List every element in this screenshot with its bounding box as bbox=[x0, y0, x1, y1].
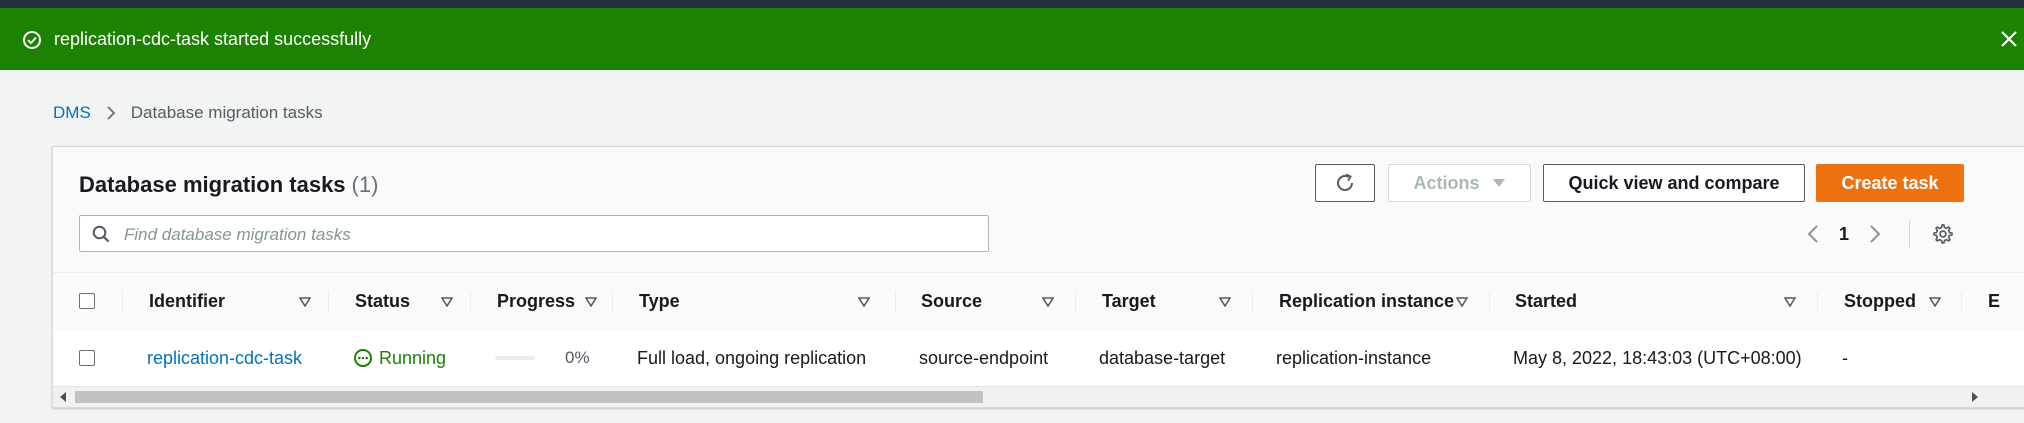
column-header-source[interactable]: Source bbox=[896, 273, 1076, 330]
actions-label: Actions bbox=[1413, 172, 1480, 193]
table-header: Identifier Status Progress Type Source T… bbox=[53, 272, 2024, 331]
sort-caret-icon bbox=[1784, 297, 1796, 307]
column-header-label: Target bbox=[1102, 291, 1156, 311]
actions-dropdown-button[interactable]: Actions bbox=[1388, 164, 1531, 202]
sort-caret-icon bbox=[585, 297, 597, 307]
column-header-type[interactable]: Type bbox=[613, 273, 896, 330]
top-nav-bar bbox=[0, 0, 2024, 8]
refresh-button[interactable] bbox=[1315, 164, 1375, 202]
column-header-status[interactable]: Status bbox=[329, 273, 471, 330]
column-header-label: Stopped bbox=[1844, 291, 1916, 311]
page-title: Database migration tasks (1) bbox=[79, 171, 378, 199]
replication-instance-cell: replication-instance bbox=[1276, 347, 1432, 368]
scroll-left-arrow-icon[interactable] bbox=[59, 392, 67, 402]
sort-caret-icon bbox=[1219, 297, 1231, 307]
page-number[interactable]: 1 bbox=[1839, 224, 1849, 245]
panel-title-count: (1) bbox=[351, 172, 379, 197]
sort-caret-icon bbox=[1456, 297, 1468, 307]
progress-cell: 0% bbox=[495, 330, 590, 386]
breadcrumb-current: Database migration tasks bbox=[130, 103, 323, 122]
chevron-left-icon[interactable] bbox=[1805, 223, 1821, 245]
column-header-identifier[interactable]: Identifier bbox=[123, 273, 329, 330]
scrollbar-thumb[interactable] bbox=[75, 391, 983, 403]
refresh-icon bbox=[1337, 173, 1353, 191]
sort-caret-icon bbox=[858, 297, 870, 307]
breadcrumb-dms-link[interactable]: DMS bbox=[53, 102, 91, 124]
table-row[interactable]: replication-cdc-task Running 0% Full loa… bbox=[53, 330, 2024, 386]
header-select-all-cell bbox=[53, 273, 123, 330]
column-header-label: Replication instance bbox=[1279, 291, 1455, 311]
progress-text: 0% bbox=[565, 348, 590, 367]
column-header-target[interactable]: Target bbox=[1076, 273, 1253, 330]
stopped-cell: - bbox=[1842, 347, 1848, 368]
breadcrumb: DMS Database migration tasks bbox=[53, 102, 323, 124]
row-checkbox[interactable] bbox=[79, 350, 95, 366]
column-header-label: Progress bbox=[497, 291, 576, 311]
flash-message: replication-cdc-task started successfull… bbox=[54, 29, 372, 49]
sort-caret-icon bbox=[1929, 297, 1941, 307]
row-select-cell bbox=[53, 330, 123, 386]
quick-view-compare-button[interactable]: Quick view and compare bbox=[1543, 164, 1805, 202]
started-cell: May 8, 2022, 18:43:03 (UTC+08:00) bbox=[1513, 347, 1802, 368]
status-cell: Running bbox=[353, 330, 446, 386]
column-header-stopped[interactable]: Stopped bbox=[1818, 273, 1962, 330]
chevron-right-icon bbox=[107, 106, 116, 120]
task-identifier-link[interactable]: replication-cdc-task bbox=[147, 330, 302, 386]
column-header-label: E bbox=[1988, 291, 2001, 311]
scroll-right-arrow-icon[interactable] bbox=[1971, 392, 1979, 402]
column-header-ended[interactable]: E bbox=[1962, 273, 2024, 330]
status-running-icon bbox=[354, 349, 372, 367]
select-all-checkbox[interactable] bbox=[79, 293, 95, 309]
chevron-right-icon[interactable] bbox=[1867, 223, 1883, 245]
column-header-label: Type bbox=[639, 291, 680, 311]
column-header-label: Status bbox=[355, 291, 411, 311]
check-circle-icon bbox=[23, 31, 41, 49]
progress-bar bbox=[495, 356, 535, 360]
gear-icon[interactable] bbox=[1932, 223, 1954, 245]
target-cell: database-target bbox=[1099, 347, 1226, 368]
column-header-label: Source bbox=[921, 291, 983, 311]
status-text: Running bbox=[379, 347, 447, 368]
type-cell: Full load, ongoing replication bbox=[637, 347, 867, 368]
panel-title-text: Database migration tasks bbox=[79, 172, 346, 197]
horizontal-scrollbar[interactable] bbox=[53, 386, 2024, 407]
pagination: 1 bbox=[1805, 220, 1954, 248]
caret-down-icon bbox=[1492, 179, 1505, 187]
source-cell: source-endpoint bbox=[919, 347, 1049, 368]
search-icon bbox=[92, 225, 110, 243]
sort-caret-icon bbox=[441, 297, 453, 307]
search-input[interactable] bbox=[122, 216, 976, 253]
create-task-button[interactable]: Create task bbox=[1816, 164, 1964, 202]
column-header-label: Identifier bbox=[149, 291, 226, 311]
column-header-replication-instance[interactable]: Replication instance bbox=[1253, 273, 1490, 330]
pagination-divider bbox=[1909, 220, 1911, 248]
column-header-started[interactable]: Started bbox=[1490, 273, 1818, 330]
column-header-label: Started bbox=[1515, 291, 1578, 311]
sort-caret-icon bbox=[1042, 297, 1054, 307]
search-box bbox=[79, 215, 989, 253]
close-icon[interactable] bbox=[1994, 24, 2024, 54]
tasks-table-panel: Database migration tasks (1) Actions Quic… bbox=[52, 146, 2024, 408]
column-header-progress[interactable]: Progress bbox=[471, 273, 613, 330]
success-flashbar: replication-cdc-task started successfull… bbox=[0, 8, 2024, 70]
sort-caret-icon bbox=[299, 297, 311, 307]
